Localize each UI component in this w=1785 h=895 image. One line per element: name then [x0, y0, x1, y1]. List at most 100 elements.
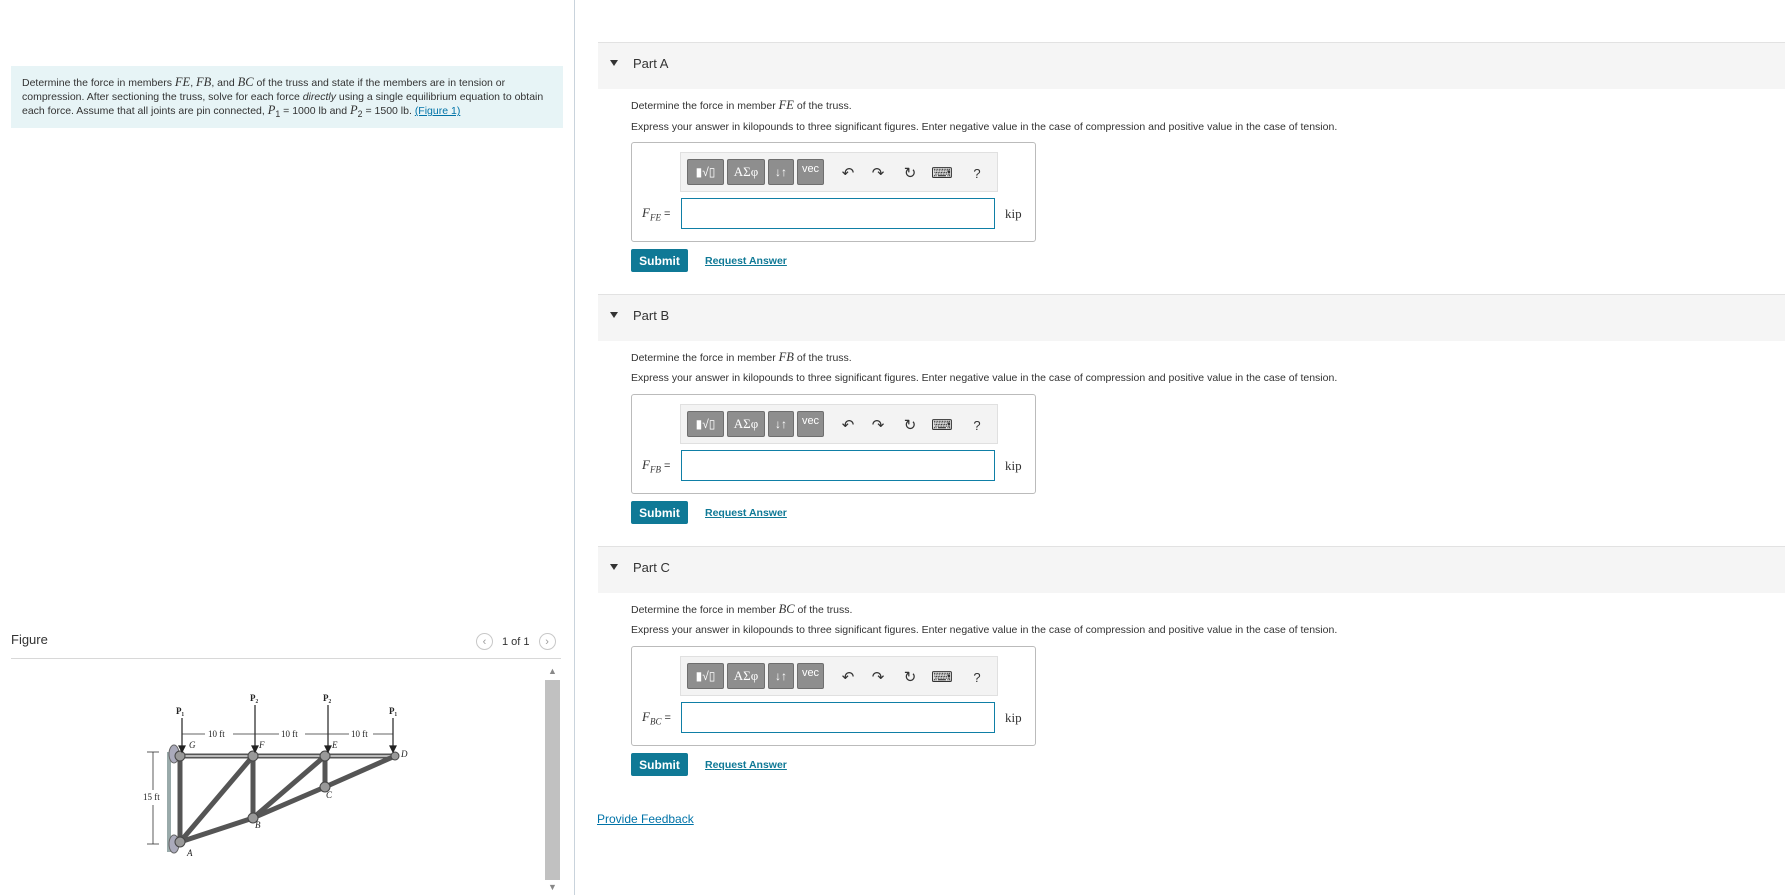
figure-title: Figure [11, 632, 48, 647]
load-p2-value: = 1500 lb [362, 105, 409, 118]
unit-label: kip [1005, 206, 1022, 221]
label-dim-1: 10 ft [208, 729, 225, 739]
left-panel: Determine the force in members FE, FB, a… [0, 0, 575, 895]
redo-icon[interactable]: ↷ [867, 415, 889, 435]
joint-e [319, 750, 331, 762]
answer-label: FFB = [642, 457, 671, 475]
part-a-header[interactable]: Part A [598, 42, 1785, 89]
reset-icon[interactable]: ↻ [899, 415, 921, 435]
request-answer-link[interactable]: Request Answer [705, 255, 787, 267]
label-c: C [326, 790, 333, 800]
pager-count: 1 of 1 [502, 635, 530, 648]
label-e: E [331, 740, 338, 750]
math-toolbar: ▮√▯ ΑΣφ ↓↑ vec ↶ ↷ ↻ ⌨ ? [680, 656, 998, 696]
figure-link[interactable]: (Figure 1) [415, 105, 461, 117]
answer-input[interactable] [681, 450, 995, 481]
figure-scrollbar[interactable]: ▲ ▼ [544, 660, 561, 895]
problem-emphasis: directly [302, 90, 336, 103]
scroll-down-icon[interactable]: ▼ [548, 882, 557, 892]
redo-icon[interactable]: ↷ [867, 667, 889, 687]
greek-button[interactable]: ΑΣφ [727, 159, 765, 185]
unit-label: kip [1005, 458, 1022, 473]
submit-button[interactable]: Submit [631, 249, 688, 272]
load-p2: P [350, 103, 358, 118]
help-icon[interactable]: ? [966, 667, 988, 687]
vec-button[interactable]: vec [797, 411, 824, 437]
templates-button[interactable]: ▮√▯ [687, 663, 724, 689]
figure-divider [11, 658, 561, 659]
greek-button[interactable]: ΑΣφ [727, 663, 765, 689]
label-p2-a: P₂ [250, 693, 258, 703]
keyboard-icon[interactable]: ⌨ [931, 415, 953, 435]
joint-a [174, 836, 186, 848]
help-icon[interactable]: ? [966, 415, 988, 435]
prev-figure-icon[interactable]: ‹ [476, 633, 493, 650]
scroll-up-icon[interactable]: ▲ [548, 666, 557, 676]
figure-pager: ‹ 1 of 1 › [476, 633, 556, 650]
member-fe: FE [174, 75, 191, 89]
label-p1-right: P₁ [389, 706, 397, 716]
part-title: Part B [633, 308, 670, 323]
label-f: F [258, 740, 265, 750]
load-p1-value: = 1000 lb [280, 105, 327, 118]
part-b-question: Determine the force in member FB of the … [631, 350, 852, 364]
part-a-instructions: Express your answer in kilopounds to thr… [631, 121, 1338, 133]
collapse-triangle-icon[interactable] [610, 312, 618, 318]
next-figure-icon[interactable]: › [538, 633, 556, 650]
answer-input[interactable] [681, 702, 995, 733]
part-c-question: Determine the force in member BC of the … [631, 602, 853, 616]
vec-button[interactable]: vec [797, 159, 824, 185]
vec-button[interactable]: vec [797, 663, 824, 689]
request-answer-link[interactable]: Request Answer [705, 759, 787, 771]
arrows-button[interactable]: ↓↑ [768, 663, 794, 689]
submit-button[interactable]: Submit [631, 753, 688, 776]
member-bc [252, 784, 326, 821]
problem-statement: Determine the force in members FE, FB, a… [11, 66, 563, 128]
reset-icon[interactable]: ↻ [899, 667, 921, 687]
help-icon[interactable]: ? [966, 163, 988, 183]
redo-icon[interactable]: ↷ [867, 163, 889, 183]
member-be [251, 754, 327, 820]
member-fb: FB [196, 75, 212, 89]
collapse-triangle-icon[interactable] [610, 564, 618, 570]
keyboard-icon[interactable]: ⌨ [931, 667, 953, 687]
part-c-header[interactable]: Part C [598, 546, 1785, 593]
part-b-instructions: Express your answer in kilopounds to thr… [631, 372, 1338, 384]
submit-button[interactable]: Submit [631, 501, 688, 524]
label-g: G [189, 740, 196, 750]
member-bc: BC [237, 75, 254, 89]
joint-d [390, 751, 400, 761]
keyboard-icon[interactable]: ⌨ [931, 163, 953, 183]
label-d: D [400, 749, 408, 759]
part-title: Part A [633, 56, 669, 71]
greek-button[interactable]: ΑΣφ [727, 411, 765, 437]
part-b-header[interactable]: Part B [598, 294, 1785, 341]
part-c-answer-box: ▮√▯ ΑΣφ ↓↑ vec ↶ ↷ ↻ ⌨ ? FBC = kip [631, 646, 1036, 746]
scroll-thumb[interactable] [545, 680, 560, 880]
undo-icon[interactable]: ↶ [837, 415, 859, 435]
templates-button[interactable]: ▮√▯ [687, 159, 724, 185]
part-b-answer-box: ▮√▯ ΑΣφ ↓↑ vec ↶ ↷ ↻ ⌨ ? FFB = kip [631, 394, 1036, 494]
label-b: B [255, 820, 261, 830]
undo-icon[interactable]: ↶ [837, 667, 859, 687]
label-a: A [186, 848, 193, 858]
math-toolbar: ▮√▯ ΑΣφ ↓↑ vec ↶ ↷ ↻ ⌨ ? [680, 152, 998, 192]
label-dim-height: 15 ft [143, 792, 160, 802]
member-cd [323, 753, 397, 790]
answer-input[interactable] [681, 198, 995, 229]
right-panel: Part A Determine the force in member FE … [575, 0, 1785, 895]
part-a-answer-box: ▮√▯ ΑΣφ ↓↑ vec ↶ ↷ ↻ ⌨ ? FFE = kip [631, 142, 1036, 242]
truss-figure: P₁ P₂ P₂ P₁ 10 ft 10 ft 10 ft 15 ft G F … [143, 693, 408, 858]
arrows-button[interactable]: ↓↑ [768, 159, 794, 185]
undo-icon[interactable]: ↶ [837, 163, 859, 183]
problem-text: , and [211, 77, 238, 89]
label-dim-2: 10 ft [281, 729, 298, 739]
provide-feedback-link[interactable]: Provide Feedback [597, 812, 694, 826]
collapse-triangle-icon[interactable] [610, 60, 618, 66]
templates-button[interactable]: ▮√▯ [687, 411, 724, 437]
reset-icon[interactable]: ↻ [899, 163, 921, 183]
problem-text: Determine the force in members [22, 77, 175, 89]
label-p2-b: P₂ [323, 693, 331, 703]
arrows-button[interactable]: ↓↑ [768, 411, 794, 437]
request-answer-link[interactable]: Request Answer [705, 507, 787, 519]
